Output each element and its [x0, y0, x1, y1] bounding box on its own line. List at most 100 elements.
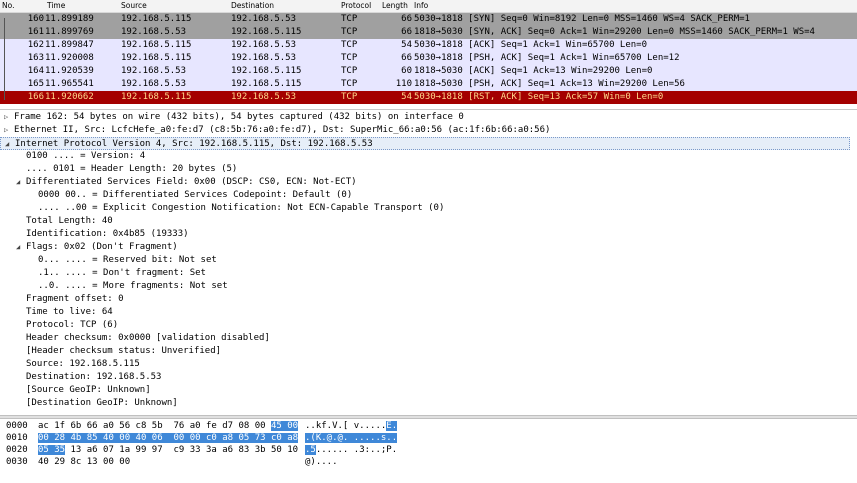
detail-text: Identification: 0x4b85 (19333) [26, 229, 189, 239]
detail-line[interactable]: Identification: 0x4b85 (19333) [0, 228, 850, 241]
detail-text: Total Length: 40 [26, 216, 113, 226]
detail-text: [Header checksum status: Unverified] [26, 346, 222, 356]
detail-line[interactable]: ▷ Ethernet II, Src: LcfcHefe_a0:fe:d7 (c8… [0, 124, 850, 137]
packet-no-cell: 161 [27, 27, 44, 37]
packet-proto-cell: TCP [341, 92, 358, 102]
detail-line[interactable]: Protocol: TCP (6) [0, 319, 850, 332]
detail-line[interactable]: ..0. .... = More fragments: Not set [0, 280, 850, 293]
detail-text: Ethernet II, Src: LcfcHefe_a0:fe:d7 (c8:… [14, 125, 551, 135]
collapse-arrow-icon[interactable]: ▷ [4, 111, 8, 124]
packet-info-cell: 1818→5030 [ACK] Seq=1 Ack=13 Win=29200 L… [414, 66, 653, 76]
packet-time-cell: 11.920008 [45, 53, 94, 63]
packet-row[interactable]: 160 11.899189 192.168.5.115 192.168.5.53 TCP… [0, 13, 857, 26]
detail-line[interactable]: ◢ Differentiated Services Field: 0x00 (DS… [0, 176, 850, 189]
hex-dump[interactable]: 40 29 8c 13 00 00 [38, 456, 130, 469]
packet-proto-cell: TCP [341, 53, 358, 63]
detail-line[interactable]: ◢ Flags: 0x02 (Don't Fragment) [0, 241, 850, 254]
packet-info-cell: 5030→1818 [RST, ACK] Seq=13 Ack=57 Win=0… [414, 92, 664, 102]
packet-list[interactable]: No. Time Source Destination Protocol Len… [0, 0, 857, 107]
detail-line[interactable]: ▷ Frame 162: 54 bytes on wire (432 bits),… [0, 111, 850, 124]
packet-row[interactable]: 163 11.920008 192.168.5.115 192.168.5.53 TCP… [0, 52, 857, 65]
detail-line[interactable]: Source: 192.168.5.115 [0, 358, 850, 371]
packet-no-cell: 160 [27, 14, 44, 24]
detail-text: .1.. .... = Don't fragment: Set [38, 268, 206, 278]
packet-src-cell: 192.168.5.115 [121, 92, 192, 102]
detail-line[interactable]: .... ..00 = Explicit Congestion Notifica… [0, 202, 850, 215]
detail-line-selected[interactable]: ◢ Internet Protocol Version 4, Src: 192.1… [0, 137, 850, 150]
ascii-dump[interactable]: @).... [305, 456, 338, 469]
detail-line[interactable]: 0100 .... = Version: 4 [0, 150, 850, 163]
detail-line[interactable]: .... 0101 = Header Length: 20 bytes (5) [0, 163, 850, 176]
packet-src-cell: 192.168.5.53 [121, 66, 187, 76]
detail-text: Protocol: TCP (6) [26, 320, 119, 330]
packet-details-pane[interactable]: ▷ Frame 162: 54 bytes on wire (432 bits),… [0, 109, 857, 416]
detail-text: 0... .... = Reserved bit: Not set [38, 255, 217, 265]
packet-row[interactable]: 164 11.920539 192.168.5.53 192.168.5.115 TCP… [0, 65, 857, 78]
packet-src-cell: 192.168.5.53 [121, 79, 187, 89]
packet-time-cell: 11.899189 [45, 14, 94, 24]
detail-text: .... 0101 = Header Length: 20 bytes (5) [26, 164, 238, 174]
col-protocol[interactable]: Protocol [341, 1, 371, 10]
packet-len-cell: 54 [401, 92, 412, 102]
ascii-highlight: E. [386, 421, 398, 431]
detail-line[interactable]: Destination: 192.168.5.53 [0, 371, 850, 384]
detail-line[interactable]: [Destination GeoIP: Unknown] [0, 397, 850, 410]
collapse-arrow-icon[interactable]: ▷ [4, 124, 8, 137]
col-time[interactable]: Time [47, 1, 65, 10]
packet-src-cell: 192.168.5.115 [121, 40, 192, 50]
packet-row[interactable]: 166 11.920662 192.168.5.115 192.168.5.53 TCP… [0, 91, 857, 104]
packet-proto-cell: TCP [341, 27, 358, 37]
detail-line[interactable]: Total Length: 40 [0, 215, 850, 228]
packet-no-cell: 164 [27, 66, 44, 76]
hex-highlight: 45 00 [271, 421, 299, 431]
packet-row[interactable]: 165 11.965541 192.168.5.53 192.168.5.115 TCP… [0, 78, 857, 91]
detail-text: ..0. .... = More fragments: Not set [38, 281, 228, 291]
expand-arrow-icon[interactable]: ◢ [16, 176, 20, 189]
bytes-row[interactable]: 0030 40 29 8c 13 00 00 @).... [0, 456, 857, 469]
ascii-highlight: .5 [305, 445, 316, 455]
detail-line[interactable]: 0000 00.. = Differentiated Services Code… [0, 189, 850, 202]
detail-line[interactable]: [Source GeoIP: Unknown] [0, 384, 850, 397]
detail-line[interactable]: .1.. .... = Don't fragment: Set [0, 267, 850, 280]
packet-time-cell: 11.920539 [45, 66, 94, 76]
detail-text: Source: 192.168.5.115 [26, 359, 140, 369]
packet-proto-cell: TCP [341, 14, 358, 24]
expand-arrow-icon[interactable]: ◢ [16, 241, 20, 254]
detail-line[interactable]: [Header checksum status: Unverified] [0, 345, 850, 358]
col-length[interactable]: Length [382, 1, 408, 10]
col-destination[interactable]: Destination [231, 1, 274, 10]
detail-text: Differentiated Services Field: 0x00 (DSC… [26, 177, 357, 187]
detail-text: Fragment offset: 0 [26, 294, 124, 304]
packet-time-cell: 11.920662 [45, 92, 94, 102]
packet-row[interactable]: 161 11.899769 192.168.5.53 192.168.5.115 TCP… [0, 26, 857, 39]
packet-no-cell: 162 [27, 40, 44, 50]
detail-text: Frame 162: 54 bytes on wire (432 bits), … [14, 112, 464, 122]
packet-proto-cell: TCP [341, 40, 358, 50]
packet-time-cell: 11.899769 [45, 27, 94, 37]
col-no[interactable]: No. [2, 1, 14, 10]
col-source[interactable]: Source [121, 1, 147, 10]
detail-line[interactable]: Header checksum: 0x0000 [validation disa… [0, 332, 850, 345]
detail-text: [Destination GeoIP: Unknown] [26, 398, 178, 408]
hex-plain: 13 a6 07 1a 99 97 c9 33 3a a6 83 3b 50 1… [65, 445, 299, 455]
packet-dst-cell: 192.168.5.115 [231, 79, 302, 89]
detail-text: [Source GeoIP: Unknown] [26, 385, 151, 395]
hex-plain: ac 1f 6b 66 a0 56 c8 5b 76 a0 fe d7 08 0… [38, 421, 271, 431]
packet-time-cell: 11.899847 [45, 40, 94, 50]
packet-bytes-pane[interactable]: 0000 ac 1f 6b 66 a0 56 c8 5b 76 a0 fe d7 … [0, 419, 857, 483]
detail-text: Flags: 0x02 (Don't Fragment) [26, 242, 178, 252]
packet-len-cell: 60 [401, 66, 412, 76]
detail-line[interactable]: Time to live: 64 [0, 306, 850, 319]
packet-len-cell: 54 [401, 40, 412, 50]
packet-row[interactable]: 162 11.899847 192.168.5.115 192.168.5.53 TCP… [0, 39, 857, 52]
hex-highlight: 00 28 4b 85 40 00 40 06 00 00 c0 a8 05 7… [38, 433, 299, 443]
detail-line[interactable]: Fragment offset: 0 [0, 293, 850, 306]
packet-info-cell: 1818→5030 [PSH, ACK] Seq=1 Ack=13 Win=29… [414, 79, 685, 89]
detail-line[interactable]: 0... .... = Reserved bit: Not set [0, 254, 850, 267]
ascii-plain: @).... [305, 457, 338, 467]
col-info[interactable]: Info [414, 1, 428, 10]
packet-src-cell: 192.168.5.53 [121, 27, 187, 37]
detail-text: 0000 00.. = Differentiated Services Code… [38, 190, 353, 200]
packet-len-cell: 66 [401, 53, 412, 63]
hex-highlight: 05 35 [38, 445, 66, 455]
